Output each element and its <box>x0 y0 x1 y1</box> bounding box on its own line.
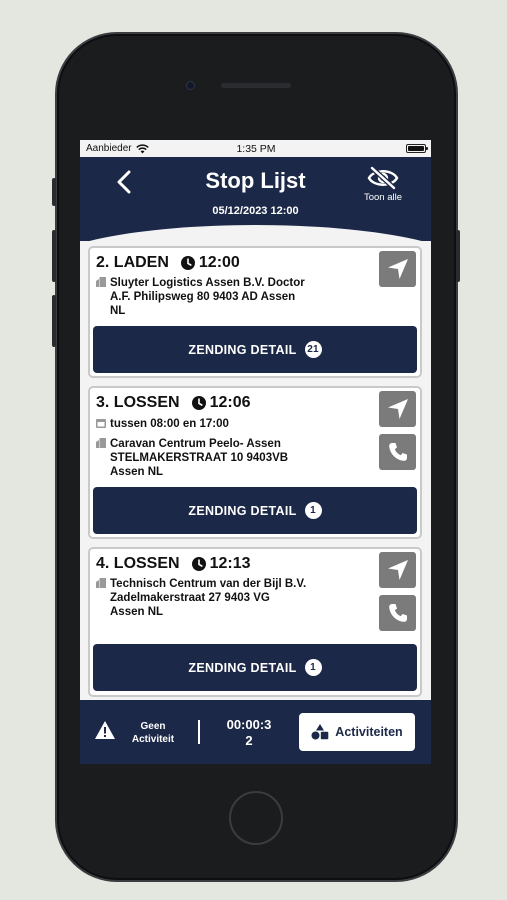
power-button <box>456 230 460 282</box>
clock-icon <box>180 256 195 270</box>
wifi-icon <box>135 143 149 153</box>
count-badge: 1 <box>304 659 322 676</box>
stop-time: 12:13 <box>209 555 251 572</box>
stop-card: 3. LOSSEN 12:06 tussen 08:00 en 17:00 Ca… <box>88 386 422 539</box>
navigation-arrow-icon <box>387 560 408 580</box>
navigate-button[interactable] <box>379 251 416 287</box>
stop-label: 2. LADEN <box>96 254 169 271</box>
count-badge: 1 <box>304 502 322 519</box>
front-camera <box>186 81 195 90</box>
stop-address: Caravan Centrum Peelo- Assen STELMAKERSTR… <box>96 437 288 479</box>
app-header: Stop Lijst 05/12/2023 12:00 Toon alle <box>80 157 431 269</box>
activity-status-line-1: Geen <box>140 721 166 732</box>
activity-timer: 00:00:3 2 <box>216 717 282 749</box>
activity-status-line-2: Activiteit <box>131 734 175 745</box>
calendar-icon <box>96 419 106 428</box>
carrier-label: Aanbieder <box>86 143 132 154</box>
zending-detail-button[interactable]: ZENDING DETAIL 21 <box>93 326 417 373</box>
page-date: 05/12/2023 12:00 <box>212 205 299 217</box>
navigation-arrow-icon <box>387 399 408 419</box>
footer-divider <box>198 720 200 744</box>
bottom-bar: Geen Activiteit 00:00:3 2 Activiteiten <box>80 700 431 764</box>
activities-label: Activiteiten <box>335 725 403 739</box>
stop-header: 2. LADEN 12:00 <box>96 254 240 272</box>
stop-header: 4. LOSSEN 12:13 <box>96 555 251 573</box>
clock-icon <box>191 396 206 410</box>
address-line-1: Caravan Centrum Peelo- Assen <box>110 438 281 450</box>
navigate-button[interactable] <box>379 391 416 427</box>
home-button[interactable] <box>229 791 283 845</box>
stop-card: 2. LADEN 12:00 Sluyter Logistics Assen B… <box>88 246 422 378</box>
zending-detail-button[interactable]: ZENDING DETAIL 1 <box>93 487 417 534</box>
zending-detail-label: ZENDING DETAIL <box>188 660 297 675</box>
address-line-2: Zadelmakerstraat 27 9403 VG <box>110 592 270 604</box>
stop-header: 3. LOSSEN 12:06 <box>96 394 251 412</box>
warning-icon <box>95 721 115 739</box>
timer-line-1: 00:00:3 <box>226 717 272 732</box>
eye-slash-icon <box>367 166 399 190</box>
address-line-2: STELMAKERSTRAAT 10 9403VB <box>110 452 289 464</box>
call-button[interactable] <box>379 595 416 631</box>
earpiece-speaker <box>221 83 291 88</box>
stop-time: 12:06 <box>209 394 251 411</box>
volume-up-button <box>52 230 56 282</box>
address-line-3: Assen NL <box>110 466 164 478</box>
screen: Aanbieder 1:35 PM Stop Lijst 05/12/2023 … <box>80 140 431 764</box>
time-window-text: tussen 08:00 en 17:00 <box>110 418 229 430</box>
address-line-3: NL <box>110 305 126 317</box>
navigation-arrow-icon <box>387 259 408 279</box>
stop-time: 12:00 <box>198 254 240 271</box>
activities-icon <box>311 724 329 740</box>
address-line-3: Assen NL <box>110 606 164 618</box>
zending-detail-button[interactable]: ZENDING DETAIL 1 <box>93 644 417 691</box>
clock-time: 1:35 PM <box>236 142 276 155</box>
zending-detail-label: ZENDING DETAIL <box>188 342 297 357</box>
stop-address: Technisch Centrum van der Bijl B.V. Zadel… <box>96 577 306 619</box>
building-icon <box>96 578 106 588</box>
time-window: tussen 08:00 en 17:00 <box>96 417 229 431</box>
clock-icon <box>191 557 206 571</box>
address-line-2: A.F. Philipsweg 80 9403 AD Assen <box>110 291 296 303</box>
address-line-1: Technisch Centrum van der Bijl B.V. <box>110 578 307 590</box>
address-line-1: Sluyter Logistics Assen B.V. Doctor <box>110 277 305 289</box>
stop-card: 4. LOSSEN 12:13 Technisch Centrum van de… <box>88 547 422 697</box>
phone-icon <box>388 604 407 622</box>
mute-switch <box>52 178 56 206</box>
status-bar: Aanbieder 1:35 PM <box>80 140 431 157</box>
activity-status: Geen Activiteit <box>120 720 186 746</box>
activities-button[interactable]: Activiteiten <box>299 713 415 751</box>
stop-address: Sluyter Logistics Assen B.V. Doctor A.F. … <box>96 276 305 318</box>
battery-icon <box>405 144 428 153</box>
stop-label: 4. LOSSEN <box>96 555 180 572</box>
building-icon <box>96 438 106 448</box>
building-icon <box>96 277 106 287</box>
count-badge: 21 <box>304 341 322 358</box>
timer-line-2: 2 <box>245 733 253 748</box>
stop-label: 3. LOSSEN <box>96 394 180 411</box>
phone-icon <box>388 443 407 461</box>
volume-down-button <box>52 295 56 347</box>
call-button[interactable] <box>379 434 416 470</box>
navigate-button[interactable] <box>379 552 416 588</box>
toon-alle-button[interactable]: Toon alle <box>355 166 411 203</box>
toon-alle-label: Toon alle <box>363 192 403 203</box>
zending-detail-label: ZENDING DETAIL <box>188 503 297 518</box>
